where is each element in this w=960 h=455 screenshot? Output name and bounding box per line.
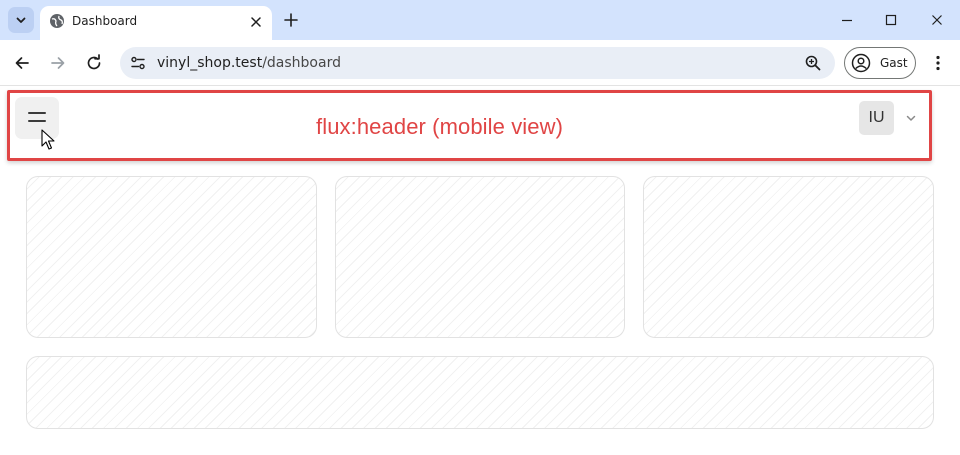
header-annotation-label: flux:header (mobile view) xyxy=(316,114,564,139)
address-bar[interactable]: vinyl_shop.test/dashboard xyxy=(120,47,835,79)
tab-title: Dashboard xyxy=(72,14,138,28)
url-path: /dashboard xyxy=(262,55,341,71)
profile-button[interactable]: Gast xyxy=(844,47,916,79)
tab-search-button[interactable] xyxy=(8,7,34,33)
page-content: flux:header (mobile view) IU xyxy=(0,87,960,455)
placeholder-panel-wide xyxy=(26,356,934,429)
close-window-icon[interactable] xyxy=(928,11,946,29)
more-vert-icon[interactable] xyxy=(928,53,948,73)
mouse-cursor-icon xyxy=(41,129,55,150)
globe-icon xyxy=(50,14,64,28)
minimize-icon[interactable] xyxy=(838,11,856,29)
close-tab-icon[interactable] xyxy=(248,14,264,30)
app-header: flux:header (mobile view) IU xyxy=(0,87,960,165)
maximize-icon[interactable] xyxy=(882,11,900,29)
placeholder-card-3 xyxy=(643,176,934,338)
zoom-icon[interactable] xyxy=(804,54,822,72)
site-settings-icon[interactable] xyxy=(129,54,147,72)
placeholder-card-1 xyxy=(26,176,317,338)
chevron-down-icon xyxy=(16,17,26,23)
browser-tab-dashboard[interactable]: Dashboard xyxy=(40,6,272,40)
account-circle-icon xyxy=(851,53,871,73)
forward-arrow-icon[interactable] xyxy=(48,53,68,73)
placeholder-card-2 xyxy=(335,176,625,338)
user-avatar[interactable]: IU xyxy=(859,101,894,135)
url-host: vinyl_shop.test xyxy=(157,55,263,71)
browser-toolbar: vinyl_shop.test/dashboard Gast xyxy=(0,40,960,86)
reload-icon[interactable] xyxy=(84,53,104,73)
back-arrow-icon[interactable] xyxy=(12,53,32,73)
user-initials: IU xyxy=(868,109,885,126)
url-text: vinyl_shop.test/dashboard xyxy=(157,55,341,71)
new-tab-icon[interactable] xyxy=(282,11,300,29)
browser-tab-strip: Dashboard xyxy=(0,0,960,40)
profile-name: Gast xyxy=(880,56,908,70)
chevron-down-icon[interactable] xyxy=(905,112,917,124)
